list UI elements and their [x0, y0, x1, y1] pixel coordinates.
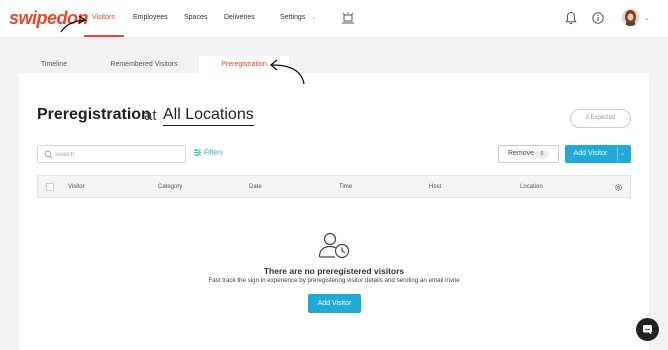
chevron-down-icon[interactable]: ⌄ [620, 150, 625, 157]
remove-count-badge: 0 [535, 150, 549, 159]
nav-visitors[interactable]: Visitors [92, 14, 115, 21]
nav-settings[interactable]: Settings ⌄ [280, 14, 316, 21]
top-navbar: swipedon Visitors Employees Spaces Deliv… [0, 0, 668, 38]
bell-icon[interactable] [565, 11, 577, 25]
user-clock-icon [318, 232, 350, 259]
gear-icon[interactable] [614, 183, 623, 192]
title-at: at [144, 107, 157, 124]
column-location[interactable]: Location [520, 184, 543, 190]
nav-settings-label: Settings [280, 14, 306, 21]
expected-count: 0 [585, 115, 589, 121]
search-icon [44, 150, 53, 159]
empty-state-title: There are no preregistered visitors [263, 266, 405, 276]
kiosk-icon[interactable] [341, 12, 355, 24]
search-input[interactable] [55, 148, 180, 161]
column-visitor[interactable]: Visitor [68, 184, 85, 190]
add-visitor-button[interactable]: Add Visitor [308, 294, 361, 313]
chat-icon [643, 325, 652, 335]
location-selector[interactable]: All Locations [163, 106, 254, 126]
chevron-down-icon[interactable]: ⌄ [249, 112, 255, 120]
tab-timeline[interactable]: Timeline [19, 56, 89, 74]
select-all-checkbox[interactable] [46, 183, 54, 191]
tab-remembered-visitors[interactable]: Remembered Visitors [104, 56, 184, 74]
column-category[interactable]: Category [158, 184, 182, 190]
page-title: Preregistration [37, 106, 151, 123]
remove-button[interactable]: Remove 0 [498, 145, 559, 163]
filters-button[interactable]: Filters [194, 149, 223, 156]
chat-launcher[interactable] [636, 318, 659, 341]
add-visitor-button[interactable]: Add Visitor [565, 145, 616, 163]
chevron-down-icon[interactable]: ⌄ [644, 14, 650, 22]
nav-deliveries[interactable]: Deliveries [224, 14, 255, 21]
empty-state-subtitle: Fast track the sign in experience by pre… [208, 277, 460, 284]
filters-label: Filters [204, 149, 224, 157]
column-host[interactable]: Host [429, 184, 441, 190]
add-visitor-split-button: Add Visitor ⌄ [565, 145, 631, 163]
button-divider [617, 147, 618, 161]
user-photo-icon [622, 9, 639, 26]
tab-preregistration[interactable]: Preregistration [199, 56, 289, 74]
expected-badge: 0 Expected [570, 109, 631, 128]
swipedon-logo[interactable]: swipedon [9, 8, 89, 29]
column-date[interactable]: Date [249, 184, 262, 190]
info-icon[interactable] [592, 12, 604, 24]
active-nav-indicator [84, 35, 124, 37]
nav-spaces[interactable]: Spaces [184, 14, 207, 21]
expected-label: Expected [590, 115, 616, 121]
remove-label: Remove [508, 150, 535, 157]
chevron-down-icon: ⌄ [311, 15, 317, 21]
table-header: Visitor Category Date Time Host Location [37, 175, 631, 198]
nav-employees[interactable]: Employees [133, 14, 168, 21]
search-box[interactable] [37, 145, 186, 163]
column-time[interactable]: Time [339, 184, 352, 190]
avatar[interactable] [622, 9, 639, 26]
filter-icon [194, 149, 201, 156]
